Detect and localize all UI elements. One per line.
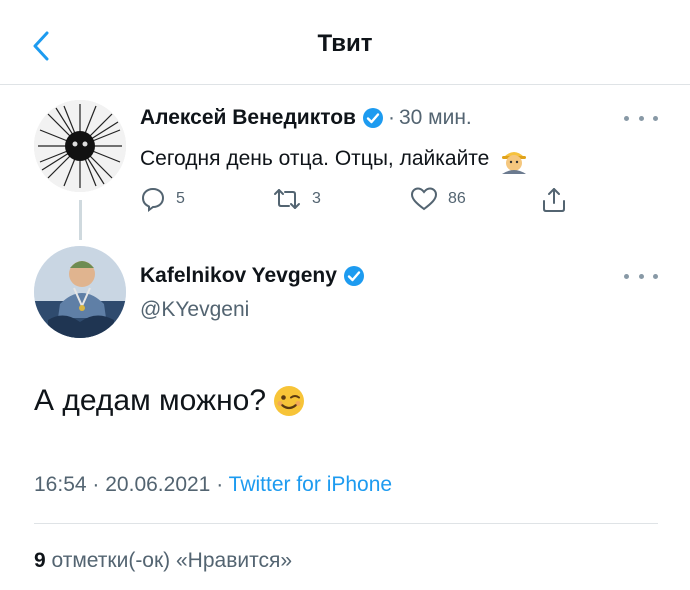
like-button[interactable]: 86 xyxy=(410,186,466,212)
thread-connector-line xyxy=(79,200,82,240)
verified-badge-icon xyxy=(362,108,383,128)
construction-worker-emoji-icon xyxy=(502,152,527,174)
avatar-parent-author[interactable] xyxy=(34,100,126,192)
author-name[interactable]: Kafelnikov Yevgeny xyxy=(140,264,337,288)
tweet-source-link[interactable]: Twitter for iPhone xyxy=(229,473,392,496)
parent-tweet-actions: 5 3 86 xyxy=(140,186,580,214)
retweet-icon xyxy=(274,189,300,209)
parent-time-ago[interactable]: 30 мин. xyxy=(399,106,472,130)
meta-separator: · xyxy=(216,473,224,496)
reply-icon xyxy=(141,187,165,212)
share-button[interactable] xyxy=(540,186,568,214)
avatar-author[interactable] xyxy=(34,246,126,338)
heart-icon xyxy=(410,187,438,211)
author-row: Kafelnikov Yevgeny xyxy=(140,264,365,288)
winking-face-emoji-icon xyxy=(274,386,305,416)
tweet-date: 20.06.2021 xyxy=(105,473,211,496)
tweet-timestamp-row: 16:54 · 20.06.2021 · Twitter for iPhone xyxy=(34,473,392,497)
retweet-button[interactable]: 3 xyxy=(272,186,321,212)
more-options-button[interactable] xyxy=(624,268,658,284)
dot-icon xyxy=(638,273,644,279)
parent-author-name[interactable]: Алексей Венедиктов xyxy=(140,106,356,130)
dot-icon xyxy=(638,115,644,121)
like-count: 86 xyxy=(448,190,466,207)
tweet-time: 16:54 xyxy=(34,473,87,496)
meta-separator: · xyxy=(387,106,395,129)
meta-separator: · xyxy=(92,473,100,496)
parent-tweet-text: Сегодня день отца. Отцы, лайкайте xyxy=(140,147,490,170)
parent-tweet-text-row: Сегодня день отца. Отцы, лайкайте xyxy=(140,144,531,174)
dot-icon xyxy=(624,273,629,279)
dot-icon xyxy=(624,115,629,121)
page-title: Твит xyxy=(317,30,373,57)
dot-icon xyxy=(653,115,658,121)
tweet-text-row: А дедам можно? xyxy=(34,384,306,418)
retweet-count: 3 xyxy=(312,190,321,207)
more-options-button[interactable] xyxy=(624,110,658,126)
likes-summary-link[interactable]: 9 отметки(-ок) «Нравится» xyxy=(34,549,292,573)
tweet-text: А дедам можно? xyxy=(34,384,267,417)
verified-badge-icon xyxy=(343,266,364,286)
share-icon xyxy=(543,188,565,212)
divider xyxy=(34,523,658,524)
author-handle[interactable]: @KYevgeni xyxy=(140,298,249,322)
likes-count: 9 xyxy=(34,549,46,572)
top-bar: Твит xyxy=(0,0,690,85)
parent-author-row: Алексей Венедиктов · 30 мин. xyxy=(140,106,472,130)
reply-button[interactable]: 5 xyxy=(140,186,185,212)
dot-icon xyxy=(653,273,658,279)
reply-count: 5 xyxy=(176,190,185,207)
likes-label: отметки(-ок) «Нравится» xyxy=(51,549,293,572)
